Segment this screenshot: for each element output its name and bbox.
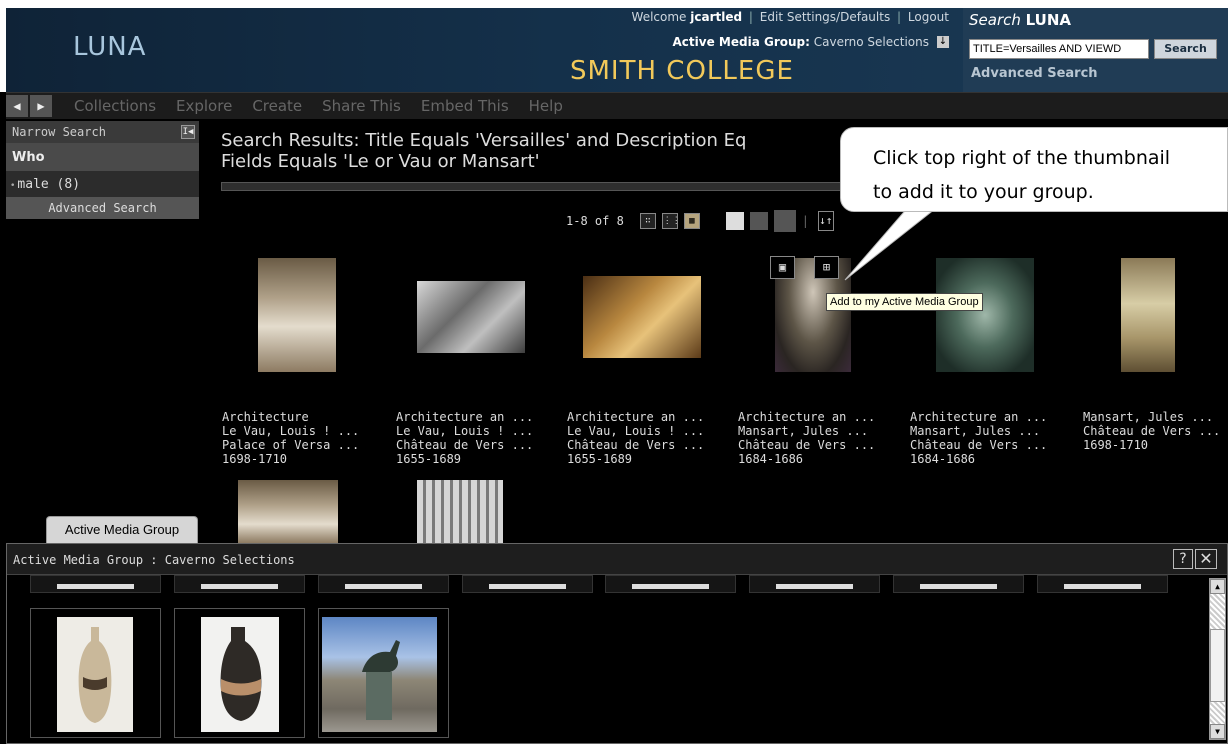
back-arrow-icon[interactable]: ◀: [6, 95, 28, 117]
forward-arrow-icon[interactable]: ▶: [30, 95, 52, 117]
amg-value[interactable]: Caverno Selections: [814, 35, 929, 49]
result-caption: Mansart, Jules ... Château de Vers ... 169…: [1083, 410, 1221, 452]
nav-collections[interactable]: Collections: [74, 97, 156, 115]
scroll-down-icon[interactable]: ▼: [1210, 724, 1225, 739]
nav-embed-this[interactable]: Embed This: [421, 97, 509, 115]
amg-item[interactable]: [318, 608, 449, 738]
amg-item[interactable]: [30, 608, 161, 738]
result-item[interactable]: Architecture an ... Le Vau, Louis ! ... Ch…: [396, 281, 546, 466]
download-icon[interactable]: ↓: [937, 36, 949, 48]
active-media-group-tab[interactable]: Active Media Group: [46, 516, 198, 543]
instruction-callout: Click top right of the thumbnail to add …: [840, 127, 1228, 212]
results-title: Search Results: Title Equals 'Versailles…: [221, 130, 747, 172]
amg-item[interactable]: [318, 575, 449, 593]
result-caption: Architecture an ... Mansart, Jules ... Châ…: [738, 410, 876, 466]
result-caption: Architecture an ... Le Vau, Louis ! ... Ch…: [396, 410, 534, 466]
results-title-divider: [221, 182, 871, 191]
amg-item[interactable]: [749, 575, 880, 593]
edit-settings-link[interactable]: Edit Settings/Defaults: [760, 10, 890, 24]
username: jcartled: [690, 10, 743, 24]
amg-panel-header: Active Media Group : Caverno Selections …: [7, 544, 1227, 575]
view-small-grid-icon[interactable]: ∷: [639, 213, 656, 229]
amg-item[interactable]: [174, 608, 305, 738]
active-media-group-line: Active Media Group: Caverno Selections ↓: [673, 35, 949, 49]
thumbnail-image[interactable]: [238, 480, 338, 543]
amg-item[interactable]: [174, 575, 305, 593]
logout-link[interactable]: Logout: [908, 10, 949, 24]
amg-item[interactable]: [30, 575, 161, 593]
sort-icon[interactable]: ↓↑: [817, 211, 834, 231]
amg-item[interactable]: [462, 575, 593, 593]
search-panel: Search LUNA Search Advanced Search: [963, 8, 1228, 92]
amg-scrollbar[interactable]: ▲ ▼: [1209, 578, 1226, 740]
advanced-search-link[interactable]: Advanced Search: [971, 66, 1098, 81]
result-item[interactable]: Mansart, Jules ... Château de Vers ... 169…: [1083, 258, 1223, 452]
view-medium-grid-icon[interactable]: ⋮⋮⋮: [661, 213, 690, 229]
add-to-group-tooltip: Add to my Active Media Group: [826, 293, 983, 311]
who-facet-heading[interactable]: Who: [6, 143, 199, 171]
view-item-icon[interactable]: ▣: [770, 256, 795, 279]
result-caption: Architecture an ... Mansart, Jules ... Châ…: [910, 410, 1048, 466]
amg-thumbnail[interactable]: [57, 617, 133, 732]
thumb-size-small-icon[interactable]: [725, 212, 744, 230]
search-button[interactable]: Search: [1154, 39, 1217, 59]
result-count: 1-8 of 8: [566, 214, 624, 228]
welcome-prefix: Welcome: [631, 10, 687, 24]
amg-label: Active Media Group:: [672, 35, 810, 49]
amg-item[interactable]: [1037, 575, 1168, 593]
result-item[interactable]: Architecture Le Vau, Louis ! ... Palace of…: [222, 258, 372, 466]
scroll-up-icon[interactable]: ▲: [1210, 579, 1225, 594]
nav-create[interactable]: Create: [252, 97, 302, 115]
results-controls: 1-8 of 8 ∷ ⋮⋮⋮ ▦ | ↓↑: [566, 210, 834, 232]
nav-share-this[interactable]: Share This: [322, 97, 401, 115]
nav-explore[interactable]: Explore: [176, 97, 232, 115]
thumbnail-image[interactable]: [417, 281, 525, 353]
thumbnail-image[interactable]: [417, 480, 503, 543]
close-icon[interactable]: ✕: [1195, 549, 1217, 569]
help-icon[interactable]: ?: [1173, 549, 1193, 569]
welcome-bar: Welcome jcartled | Edit Settings/Default…: [631, 10, 949, 24]
thumbnail-image[interactable]: [583, 276, 701, 358]
amg-item[interactable]: [893, 575, 1024, 593]
narrow-search-header: Narrow Search I◀: [6, 121, 199, 143]
collapse-sidebar-icon[interactable]: I◀: [181, 125, 195, 139]
result-item[interactable]: Architecture an ... Le Vau, Louis ! ... Ch…: [567, 276, 717, 466]
result-caption: Architecture Le Vau, Louis ! ... Palace of…: [222, 410, 360, 466]
college-name: SMITH COLLEGE: [570, 56, 794, 86]
search-panel-title: Search LUNA: [969, 11, 1072, 29]
callout-pointer: [844, 205, 941, 281]
page-header: LUNA Welcome jcartled | Edit Settings/De…: [0, 0, 1228, 92]
narrow-search-sidebar: Narrow Search I◀ Who • male (8) Advanced …: [6, 121, 199, 236]
amg-item[interactable]: [605, 575, 736, 593]
sidebar-advanced-search-button[interactable]: Advanced Search: [6, 197, 199, 219]
search-input[interactable]: [969, 39, 1149, 59]
luna-logo[interactable]: LUNA: [73, 32, 146, 62]
thumbnail-image[interactable]: [258, 258, 336, 372]
main-nav: ◀ ▶ Collections Explore Create Share Thi…: [6, 92, 1228, 119]
thumb-size-large-icon[interactable]: [773, 210, 796, 232]
thumb-size-medium-icon[interactable]: [749, 212, 768, 230]
view-large-grid-icon[interactable]: ▦: [683, 213, 700, 229]
nav-help[interactable]: Help: [529, 97, 563, 115]
thumbnail-image[interactable]: [1121, 258, 1175, 372]
result-caption: Architecture an ... Le Vau, Louis ! ... Ch…: [567, 410, 705, 466]
amg-thumbnail[interactable]: [322, 617, 437, 732]
scroll-thumb[interactable]: [1210, 629, 1225, 702]
facet-male[interactable]: • male (8): [6, 171, 199, 197]
active-media-group-panel: Active Media Group : Caverno Selections …: [6, 543, 1228, 744]
amg-thumbnail[interactable]: [201, 617, 279, 732]
